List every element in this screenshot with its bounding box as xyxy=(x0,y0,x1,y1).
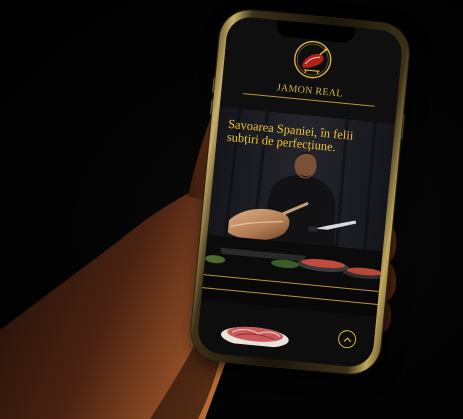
ham-emblem-icon xyxy=(294,40,332,79)
smartphone: JAMON REAL Savoarea Spaniei, în felii su… xyxy=(188,7,412,377)
brand-logo[interactable] xyxy=(289,36,337,84)
chevron-up-icon xyxy=(343,337,352,343)
phone-screen: JAMON REAL Savoarea Spaniei, în felii su… xyxy=(196,15,404,369)
scroll-to-top-button[interactable] xyxy=(337,329,357,350)
hero-section: Savoarea Spaniei, în felii subțiri de pe… xyxy=(203,106,395,292)
ham-platter-image xyxy=(221,326,289,348)
scene: JAMON REAL Savoarea Spaniei, în felii su… xyxy=(0,0,463,419)
